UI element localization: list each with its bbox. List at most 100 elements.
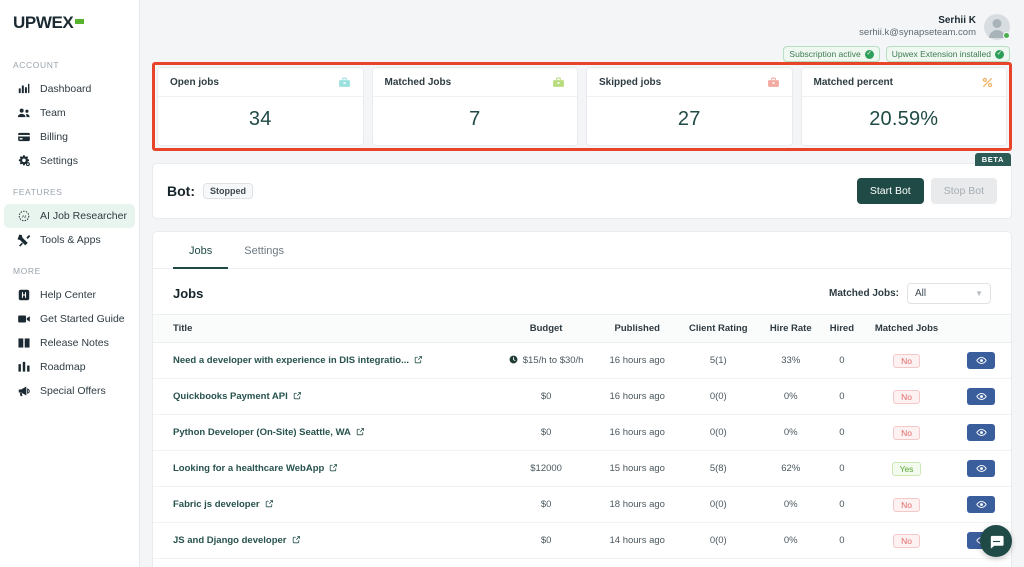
hire-rate-cell: 33% bbox=[759, 342, 822, 379]
check-circle-icon: ✓ bbox=[995, 49, 1004, 59]
view-job-button[interactable] bbox=[967, 424, 995, 441]
hire-rate-cell: 79% bbox=[759, 558, 822, 567]
sidebar-item-special-offers[interactable]: Special Offers bbox=[4, 379, 135, 403]
metric-card-header: Matched Jobs bbox=[372, 68, 577, 97]
matched-cell: No bbox=[862, 486, 951, 523]
table-column-header: Published bbox=[597, 314, 677, 343]
metric-card: Matched percent 20.59% bbox=[800, 67, 1007, 146]
sidebar-item-label: Roadmap bbox=[40, 361, 86, 373]
action-cell bbox=[951, 486, 1011, 523]
sidebar-item-settings[interactable]: Settings bbox=[4, 149, 135, 173]
status-badge: Upwex Extension installed ✓ bbox=[885, 46, 1010, 62]
job-title-link[interactable]: JS and Django developer bbox=[173, 535, 301, 547]
sidebar-item-get-started-guide[interactable]: Get Started Guide bbox=[4, 307, 135, 331]
metric-card-title: Skipped jobs bbox=[599, 77, 662, 88]
table-column-header: Title bbox=[153, 314, 495, 343]
job-title-link[interactable]: Quickbooks Payment API bbox=[173, 391, 302, 403]
hire-rate-cell: 0% bbox=[759, 378, 822, 415]
tab-bar: Jobs Settings bbox=[153, 232, 1011, 269]
tab-jobs[interactable]: Jobs bbox=[173, 232, 229, 269]
logo[interactable]: UPWEX bbox=[0, 0, 139, 46]
job-title-link[interactable]: Need a developer with experience in DIS … bbox=[173, 355, 423, 367]
metric-card: Skipped jobs 27 bbox=[586, 67, 793, 146]
sidebar-item-release-notes[interactable]: Release Notes bbox=[4, 331, 135, 355]
client-rating-cell: 5(1) bbox=[676, 342, 760, 379]
matched-badge: No bbox=[893, 497, 920, 512]
view-job-button[interactable] bbox=[967, 460, 995, 477]
user-name: Serhii K bbox=[938, 14, 976, 26]
svg-text:AI: AI bbox=[22, 214, 26, 219]
sidebar-item-help-center[interactable]: Help Center bbox=[4, 283, 135, 307]
budget-cell: $0 bbox=[494, 486, 598, 523]
sidebar-item-label: Release Notes bbox=[40, 337, 109, 349]
job-title-cell: Looking for a healthcare WebApp bbox=[153, 450, 495, 487]
video-icon bbox=[17, 312, 31, 326]
roadmap-icon bbox=[17, 360, 31, 374]
status-badges: Subscription active ✓ Upwex Extension inst… bbox=[783, 46, 1010, 62]
view-job-button[interactable] bbox=[967, 388, 995, 405]
sidebar-item-label: Help Center bbox=[40, 289, 97, 301]
job-title-cell: Need a developer with experience in DIS … bbox=[153, 342, 495, 379]
job-title-link[interactable]: Fabric js developer bbox=[173, 499, 274, 511]
sidebar-section-more: MORE bbox=[13, 266, 41, 276]
hired-cell: 0 bbox=[821, 558, 862, 567]
sidebar-item-ai-job-researcher[interactable]: AI AI Job Researcher bbox=[4, 204, 135, 228]
budget-value: $12000 bbox=[530, 463, 562, 474]
matched-cell: No bbox=[862, 342, 951, 379]
matched-cell: No bbox=[862, 378, 951, 415]
hired-cell: 0 bbox=[821, 414, 862, 451]
matched-badge: No bbox=[893, 389, 920, 404]
matched-badge: No bbox=[893, 353, 920, 368]
avatar-head-icon bbox=[992, 19, 1002, 28]
tab-settings[interactable]: Settings bbox=[228, 232, 300, 269]
chart-bar-icon bbox=[17, 82, 31, 96]
jobs-panel: Jobs Settings Jobs Matched Jobs: All ▼ Ti… bbox=[152, 231, 1012, 567]
table-column-header bbox=[951, 314, 1011, 343]
chat-bubble-icon[interactable] bbox=[980, 525, 1012, 557]
metric-card-header: Matched percent bbox=[801, 68, 1006, 97]
hired-cell: 0 bbox=[821, 378, 862, 415]
check-circle-icon: ✓ bbox=[864, 49, 874, 59]
job-title-link[interactable]: Looking for a healthcare WebApp bbox=[173, 463, 338, 475]
table-row: Looking for a healthcare WebApp $12000 15 … bbox=[153, 450, 1011, 487]
users-icon bbox=[17, 106, 31, 120]
external-link-icon bbox=[414, 355, 423, 367]
external-link-icon bbox=[293, 391, 302, 403]
action-cell bbox=[951, 342, 1011, 379]
matched-cell: No bbox=[862, 558, 951, 567]
filter-label: Matched Jobs: bbox=[828, 288, 899, 299]
view-job-button[interactable] bbox=[967, 352, 995, 369]
sidebar-item-dashboard[interactable]: Dashboard bbox=[4, 77, 135, 101]
budget-cell: $12000 bbox=[494, 450, 598, 487]
table-row: Need a developer with experience in DIS … bbox=[153, 342, 1011, 379]
table-row: Quickbooks Payment API $0 16 hours ago 0(0)… bbox=[153, 378, 1011, 415]
external-link-icon bbox=[292, 535, 301, 547]
sidebar-item-tools-apps[interactable]: Tools & Apps bbox=[4, 228, 135, 252]
table-column-header: Matched Jobs bbox=[862, 314, 951, 343]
published-cell: 16 hours ago bbox=[597, 342, 677, 379]
sidebar-item-label: Special Offers bbox=[40, 385, 106, 397]
user-block: Serhii K serhii.k@synapseteam.com Subscr… bbox=[783, 14, 1010, 62]
hire-rate-cell: 0% bbox=[759, 486, 822, 523]
stop-bot-button: Stop Bot bbox=[930, 178, 997, 204]
view-job-button[interactable] bbox=[967, 496, 995, 513]
hired-cell: 0 bbox=[821, 342, 862, 379]
sidebar-item-team[interactable]: Team bbox=[4, 101, 135, 125]
start-bot-button[interactable]: Start Bot bbox=[856, 178, 924, 204]
sidebar-item-label: Dashboard bbox=[40, 83, 92, 95]
user-email: serhii.k@synapseteam.com bbox=[859, 27, 976, 39]
clock-icon bbox=[509, 355, 518, 367]
gear-icon bbox=[17, 154, 31, 168]
matched-jobs-select[interactable]: All ▼ bbox=[907, 283, 991, 304]
avatar[interactable] bbox=[984, 14, 1010, 40]
chevron-down-icon: ▼ bbox=[975, 289, 983, 298]
percent-icon bbox=[981, 76, 994, 89]
metric-cards: Open jobs 34 Matched Jobs 7 Skipped jobs 27 Ma… bbox=[157, 67, 1007, 146]
matched-badge: Yes bbox=[891, 461, 922, 476]
sidebar-item-roadmap[interactable]: Roadmap bbox=[4, 355, 135, 379]
matched-badge: No bbox=[893, 533, 920, 548]
job-title-link[interactable]: Python Developer (On-Site) Seattle, WA bbox=[173, 427, 365, 439]
bot-status-badge: Stopped bbox=[203, 183, 253, 199]
sidebar-item-billing[interactable]: Billing bbox=[4, 125, 135, 149]
sidebar-item-label: Billing bbox=[40, 131, 69, 143]
